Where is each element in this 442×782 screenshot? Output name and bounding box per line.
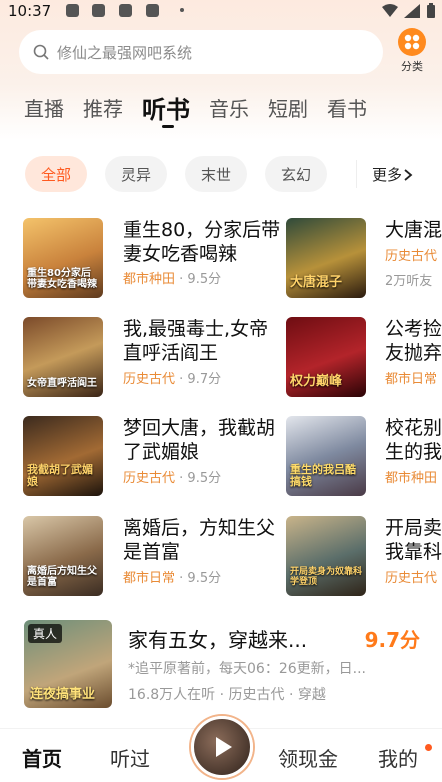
book-category: 都市种田 — [385, 471, 438, 486]
featured-title: 家有五女，穿越来... — [128, 628, 308, 652]
book-title: 离婚后，方知生父是首富 — [123, 517, 276, 563]
cover-title: 离婚后方知生父是首富 — [27, 566, 97, 588]
play-icon — [216, 737, 232, 757]
book-title: 大唐混 — [385, 219, 442, 241]
real-voice-badge: 真人 — [28, 624, 63, 643]
status-bar: 10:37 — [0, 0, 442, 24]
chip-fantasy[interactable]: 玄幻 — [265, 156, 328, 192]
book-meta: 都市日常 · 9.5分 — [123, 567, 221, 586]
featured-book[interactable]: 真人 连夜搞事业 家有五女，穿越来... 9.7分 *追平原著前，每天06：26… — [24, 620, 434, 712]
category-button[interactable]: 分类 — [392, 28, 432, 74]
more-notifications-icon — [180, 8, 184, 12]
more-label: 更多 — [372, 166, 403, 184]
tab-music[interactable]: 音乐 — [209, 93, 249, 125]
book-cover: 我截胡了武媚娘 — [23, 416, 103, 496]
signal-icon — [404, 4, 420, 18]
book-title: 开局卖我靠科 — [385, 517, 442, 563]
book-cover: 重生的我吕酷搞钱 — [286, 416, 366, 496]
tab-audiobooks[interactable]: 听书 — [142, 90, 190, 128]
top-tabs: 直播 推荐 听书 音乐 短剧 看书 — [24, 90, 386, 128]
tab-short-drama[interactable]: 短剧 — [268, 93, 308, 125]
play-button[interactable] — [191, 716, 253, 778]
book-cover: 权力巅峰 — [286, 317, 366, 397]
nav-home[interactable]: 首页 — [22, 743, 62, 772]
book-meta: 历史古代 — [385, 245, 437, 264]
app-notification-icon — [92, 4, 105, 17]
book-meta: 历史古代 · 9.7分 — [123, 368, 221, 387]
featured-score: 9.7分 — [364, 628, 420, 652]
app-notification-icon — [119, 4, 132, 17]
book-cover: 大唐混子 — [286, 218, 366, 298]
book-score: · 9.7分 — [179, 372, 222, 387]
featured-category: 历史古代 — [228, 687, 285, 703]
tab-recommend[interactable]: 推荐 — [83, 93, 123, 125]
category-label: 分类 — [401, 60, 423, 73]
cover-title: 大唐混子 — [290, 274, 343, 290]
book-title: 重生80，分家后带妻女吃香喝辣 — [123, 219, 281, 265]
search-icon — [33, 44, 49, 60]
book-meta: 都市种田 · 9.5分 — [123, 268, 221, 287]
nav-history[interactable]: 听过 — [110, 743, 150, 772]
book-cover: 离婚后方知生父是首富 — [23, 516, 103, 596]
genre-filter: 全部 灵异 末世 玄幻 — [25, 156, 345, 192]
book-meta: 都市日常 — [385, 368, 437, 387]
tab-read[interactable]: 看书 — [327, 93, 367, 125]
book-score: · 9.5分 — [179, 471, 222, 486]
book-title: 公考捡友抛弃 — [385, 318, 442, 364]
search-placeholder: 修仙之最强网吧系统 — [57, 43, 193, 62]
book-category: 都市种田 — [123, 272, 176, 287]
book-meta: 历史古代 — [385, 567, 437, 586]
featured-tag: 穿越 — [297, 687, 326, 703]
cover-title: 权力巅峰 — [290, 373, 343, 389]
book-category: 都市日常 — [385, 372, 438, 387]
divider — [356, 160, 357, 188]
book-meta: 都市种田 — [385, 467, 437, 486]
book-meta: 历史古代 · 9.5分 — [123, 467, 221, 486]
book-category: 历史古代 — [385, 249, 438, 264]
book-listeners: 2万听友 — [385, 274, 433, 289]
featured-description: *追平原著前，每天06：26更新，日... — [128, 661, 366, 677]
nav-earn-cash[interactable]: 领现金 — [278, 743, 338, 772]
featured-meta: 16.8万人在听 · 历史古代 · 穿越 — [128, 687, 326, 703]
nav-profile[interactable]: 我的 — [378, 743, 418, 772]
cover-title: 重生的我吕酷搞钱 — [290, 462, 356, 488]
cover-title: 重生80分家后带妻女吃香喝辣 — [27, 268, 97, 290]
book-score: · 9.5分 — [179, 571, 222, 586]
chip-supernatural[interactable]: 灵异 — [105, 156, 168, 192]
tab-live[interactable]: 直播 — [24, 93, 64, 125]
cover-title: 我截胡了武媚娘 — [27, 462, 93, 488]
search-bar[interactable]: 修仙之最强网吧系统 — [19, 30, 383, 74]
book-cover: 开局卖身为奴靠科学登顶 — [286, 516, 366, 596]
notification-icon — [66, 4, 79, 17]
book-title: 梦回大唐，我截胡了武媚娘 — [123, 417, 276, 463]
chip-apocalypse[interactable]: 末世 — [185, 156, 248, 192]
cover-title: 连夜搞事业 — [30, 687, 96, 702]
wifi-icon — [382, 4, 398, 17]
cover-title: 女帝直呼活阎王 — [27, 378, 97, 389]
book-category: 历史古代 — [123, 372, 176, 387]
book-score: · 9.5分 — [179, 272, 222, 287]
category-icon — [398, 28, 426, 56]
app-notification-icon — [146, 4, 159, 17]
chip-all[interactable]: 全部 — [25, 156, 88, 192]
chevron-right-icon — [404, 168, 413, 181]
featured-listeners: 16.8万人在听 — [128, 687, 216, 703]
notification-dot — [425, 744, 432, 751]
book-category: 历史古代 — [385, 571, 438, 586]
book-title: 校花别生的我 — [385, 417, 442, 463]
book-cover: 重生80分家后带妻女吃香喝辣 — [23, 218, 103, 298]
status-time: 10:37 — [8, 2, 52, 20]
book-title: 我,最强毒士,女帝直呼活阎王 — [123, 318, 269, 364]
more-genres-button[interactable]: 更多 — [372, 164, 414, 185]
book-cover: 女帝直呼活阎王 — [23, 317, 103, 397]
cover-title: 开局卖身为奴靠科学登顶 — [290, 567, 363, 588]
book-category: 历史古代 — [123, 471, 176, 486]
battery-icon — [427, 3, 435, 18]
book-category: 都市日常 — [123, 571, 176, 586]
featured-cover: 真人 连夜搞事业 — [24, 620, 112, 708]
